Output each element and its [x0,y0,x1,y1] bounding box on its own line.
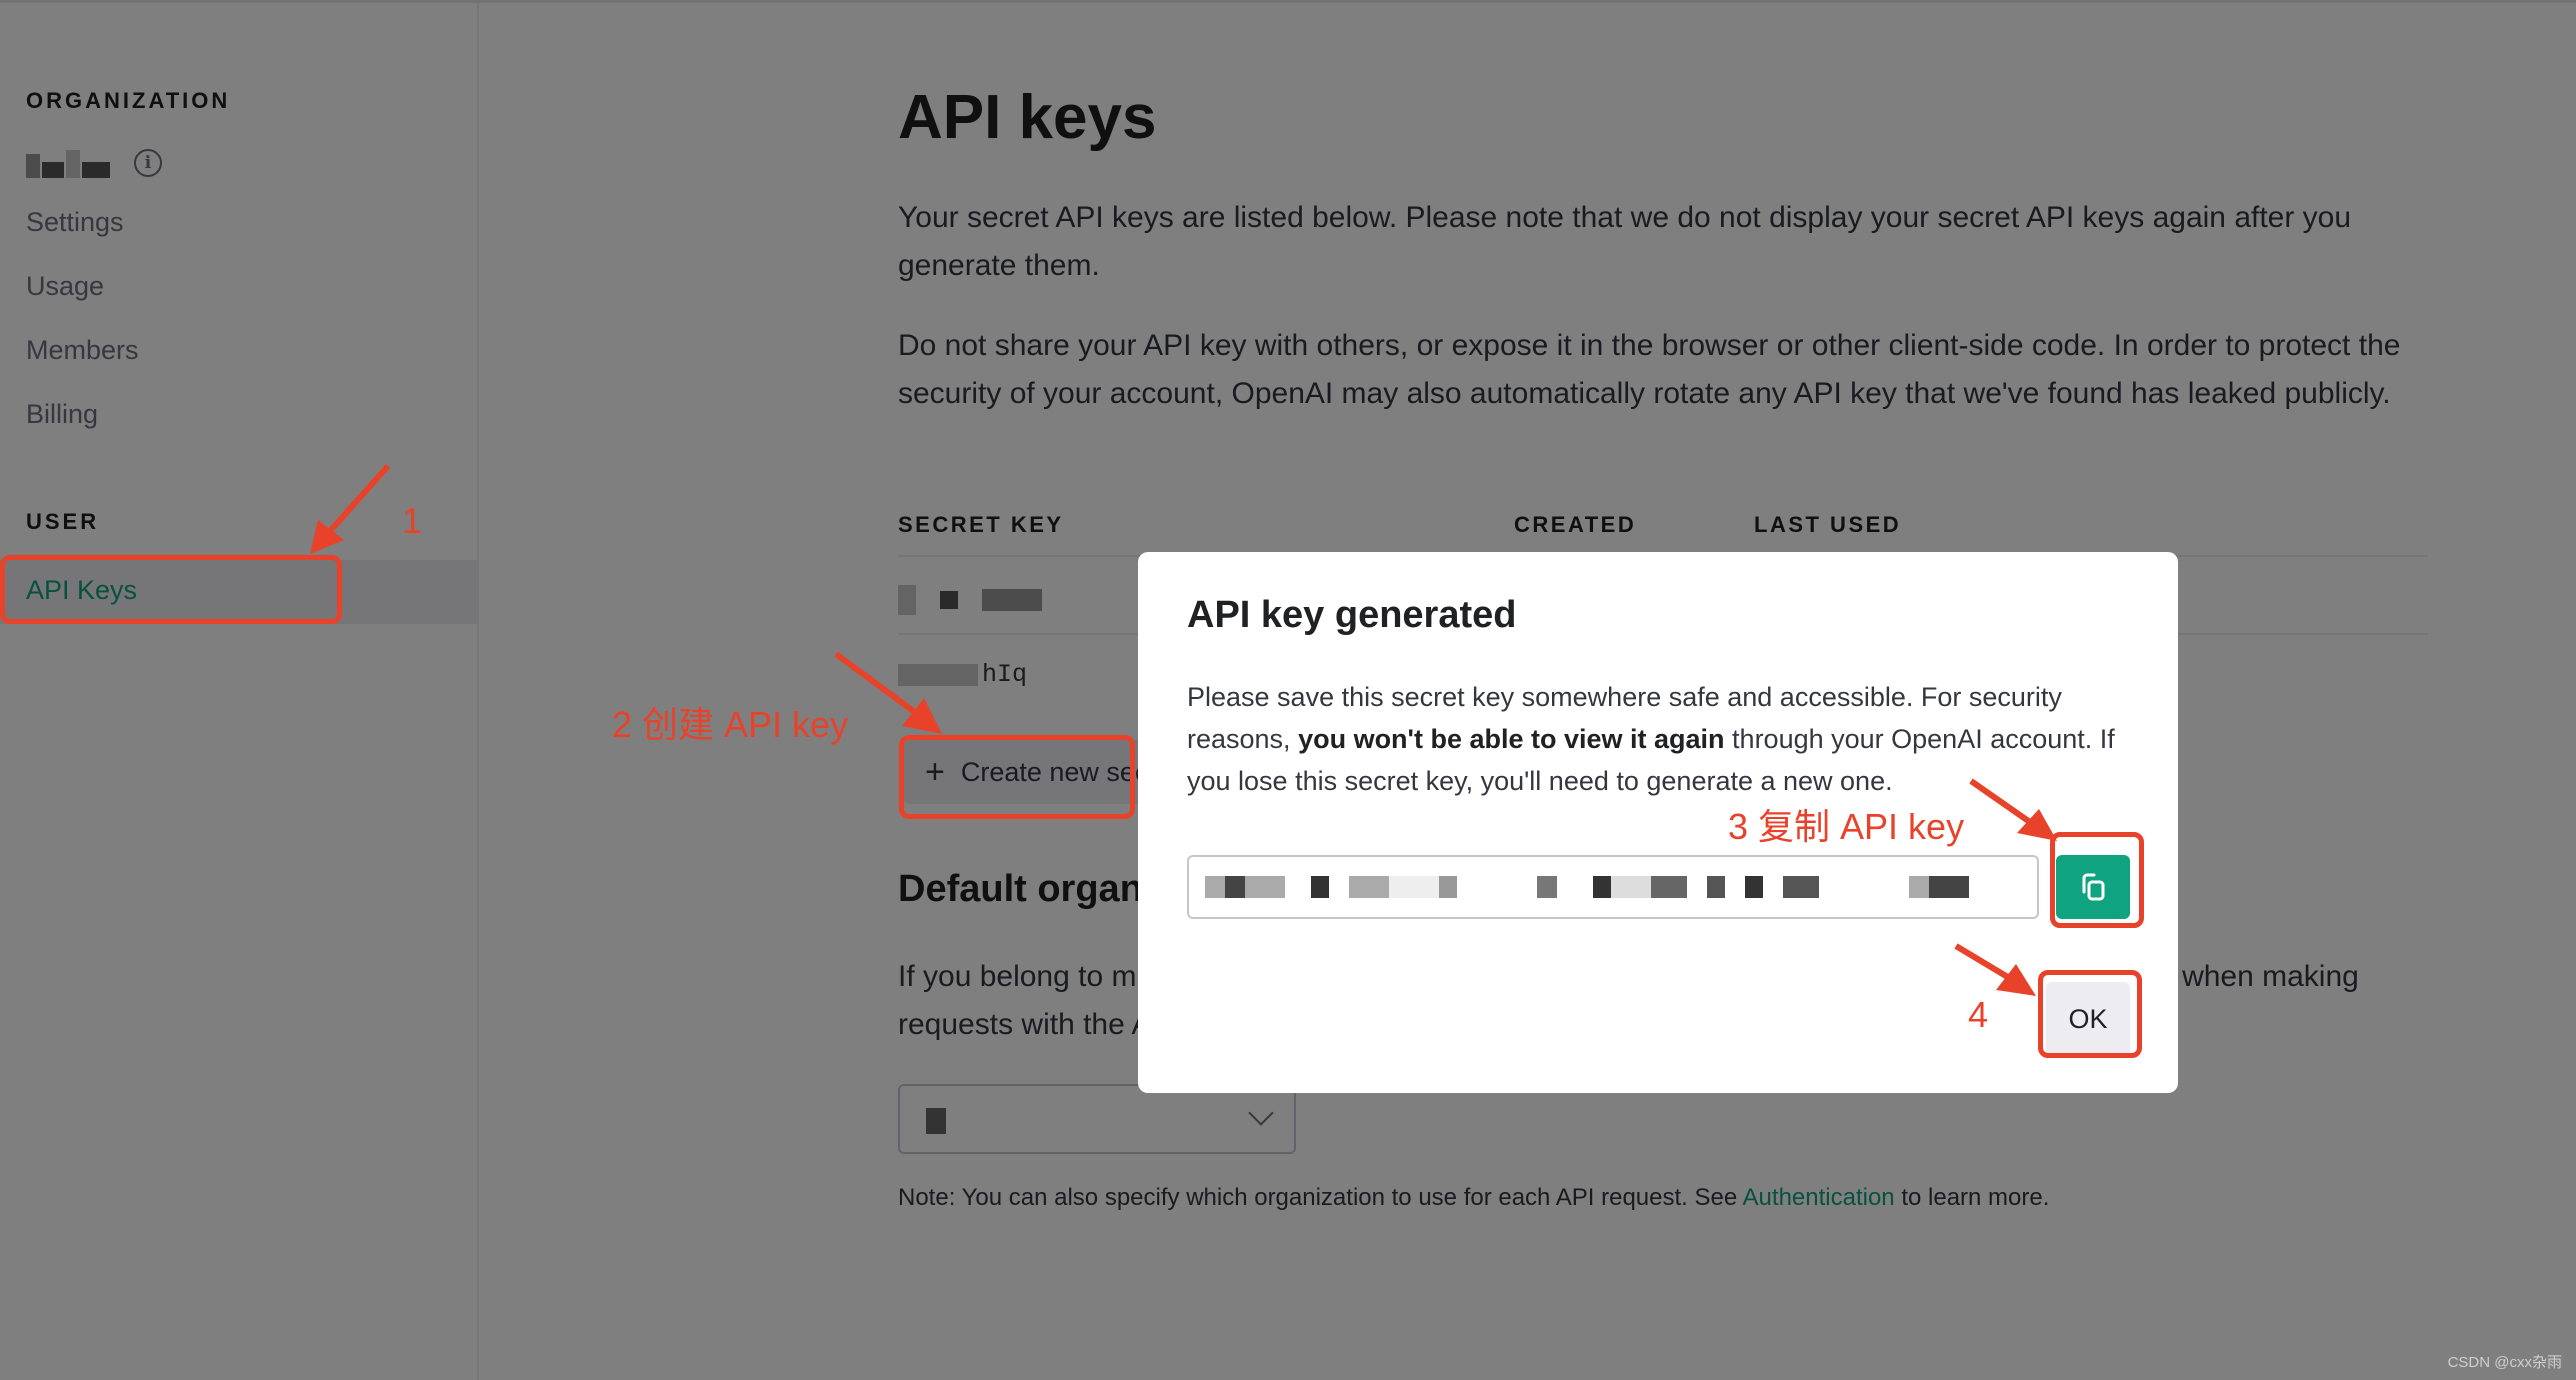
page: ORGANIZATION i Settings Usage Members Bi… [0,0,2576,1380]
annotation-box-copy [2050,832,2144,928]
annotation-box-create [899,735,1135,819]
secret-key-field[interactable] [1187,855,2039,919]
annotation-arrow-1 [310,464,391,554]
annotation-step-1: 1 [402,500,423,541]
dialog-body-bold: you won't be able to view it again [1298,724,1725,754]
annotation-arrow-2 [834,651,942,734]
annotation-arrow-4 [1954,943,2036,996]
annotation-box-ok [2038,970,2142,1058]
annotation-step-4: 4 [1968,994,1989,1035]
watermark: CSDN @cxx杂雨 [2447,1354,2562,1371]
annotation-step-2: 2 创建 API key [612,704,849,745]
annotation-step-3: 3 复制 API key [1728,806,1965,847]
annotation-box-api-keys [0,555,342,624]
annotation-arrow-3 [1969,778,2057,841]
dialog-title: API key generated [1187,594,1517,636]
